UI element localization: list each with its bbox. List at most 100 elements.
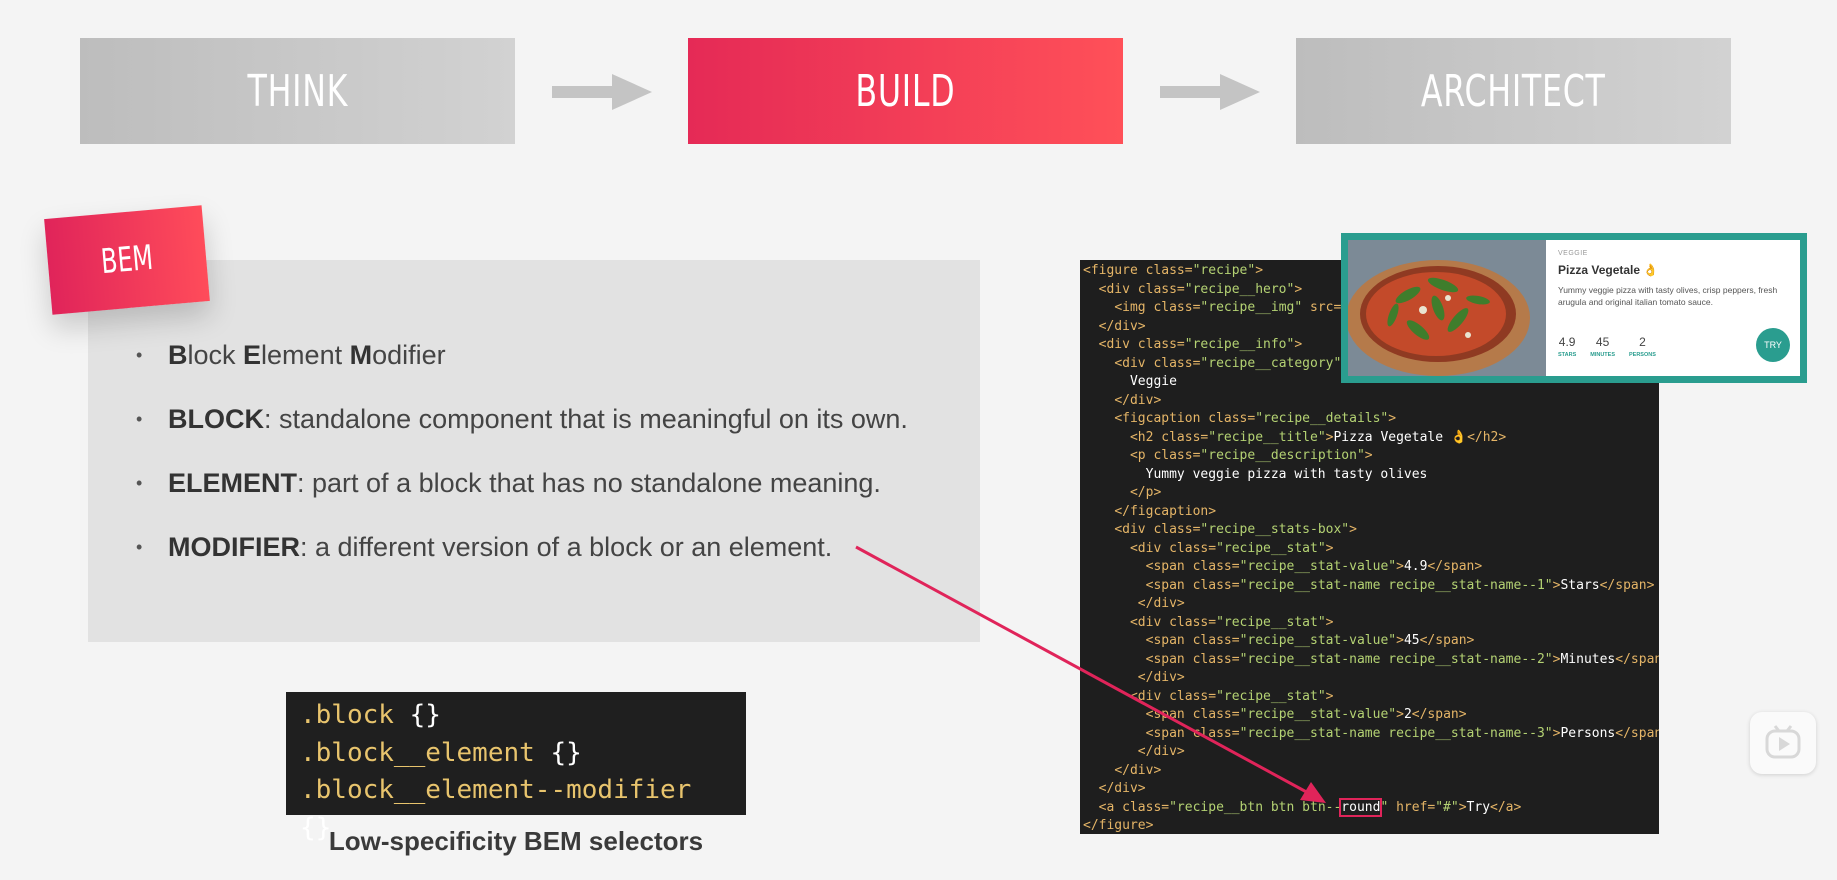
code-token: <div [1129,540,1170,556]
code-token: class= [1145,263,1193,278]
code-token: "recipe__stat-value" [1239,633,1397,648]
code-token: "recipe__stat-name recipe__stat-name--1" [1239,577,1553,593]
flow-step-think-label: THINK [247,65,348,117]
stat-value: 2 [1639,335,1646,349]
code-token: Pizza Vegetale 👌 [1333,429,1468,445]
recipe-description: Yummy veggie pizza with tasty olives, cr… [1558,285,1778,307]
code-token: src= [1310,300,1342,315]
code-token: class= [1153,300,1201,315]
code-token: </span> [1599,577,1655,593]
bullet-keyword: BLOCK [168,404,264,434]
code-line: <figcaption class="recipe__details"> [1083,410,1659,429]
bullet-text: odifier [372,340,446,370]
code-token: </div> [1137,670,1185,685]
code-line: <div class="recipe__stat"> [1083,688,1659,707]
bem-bullet: Block Element Modifier [136,330,908,394]
code-line: </div> [1083,780,1659,799]
stat-name: PERSONS [1628,352,1656,358]
code-token: class= [1169,614,1217,630]
recipe-category: VEGGIE [1558,250,1588,257]
code-line: </div> [1083,392,1659,411]
recipe-stat: 4.9 STARS [1558,335,1576,358]
code-token: <span [1145,559,1193,574]
code-token: <div [1129,688,1170,704]
recipe-card-preview: VEGGIE Pizza Vegetale 👌 Yummy veggie piz… [1341,233,1807,383]
code-token: <span [1145,707,1193,722]
code-token: class= [1122,799,1170,815]
code-token: Try [1466,799,1491,815]
bullet-text: : part of a block that has no standalone… [297,468,881,498]
flow-step-architect-label: ARCHITECT [1421,65,1606,117]
code-line: </div> [1083,669,1659,688]
recipe-stat: 45 MINUTES [1590,335,1615,358]
code-line: <div class="recipe__stat"> [1083,614,1659,633]
code-token: </div> [1137,744,1185,759]
code-token: <figcaption [1114,411,1209,426]
code-token: class= [1169,540,1217,556]
code-line: </p> [1083,484,1659,503]
code-token: > [1396,707,1404,722]
code-token: </span> [1615,725,1659,741]
code-token: > [1396,559,1404,574]
code-token: "recipe__category" [1200,355,1342,371]
code-token: <div [1098,337,1138,352]
try-button[interactable]: TRY [1756,328,1790,362]
selector-line: .block {} [300,697,732,735]
bem-tag: BEM [44,205,210,315]
flow-step-build: BUILD [688,38,1123,144]
bem-bullet: ELEMENT: part of a block that has no sta… [136,458,908,522]
code-token: <p [1129,448,1154,463]
code-token: class= [1153,522,1201,537]
code-token: Stars [1560,577,1600,593]
selector-name: .block [300,700,394,730]
code-token: class= [1192,707,1240,722]
selector-braces: {} [409,700,441,730]
flow-step-build-label: BUILD [855,65,956,117]
code-token: class= [1137,337,1185,352]
code-token: "recipe__stat-name recipe__stat-name--3" [1239,725,1553,741]
code-token: </a> [1490,799,1522,815]
code-token: > [1396,633,1404,648]
code-line: <div class="recipe__stats-box"> [1083,521,1659,540]
code-token: "recipe__hero" [1184,281,1295,297]
code-token: </figcaption> [1114,503,1217,519]
bullet-text: : a different version of a block or an e… [300,532,833,562]
code-token: <h2 [1129,429,1162,445]
stat-name: STARS [1558,352,1577,358]
code-token: > [1349,522,1357,537]
selector-braces: {} [550,737,582,768]
recipe-card-body: VEGGIE Pizza Vegetale 👌 Yummy veggie piz… [1546,240,1800,376]
video-play-widget[interactable] [1750,712,1816,774]
code-token: class= [1192,633,1240,648]
code-token: </div> [1114,392,1162,408]
code-token: class= [1137,281,1185,297]
code-token: > [1388,411,1397,426]
code-token: </div> [1098,318,1146,334]
code-token: "recipe__info" [1184,337,1295,352]
play-icon [1765,725,1801,759]
code-token: "recipe__stats-box" [1200,522,1350,537]
bem-bullet: MODIFIER: a different version of a block… [136,522,908,586]
code-token: "recipe__btn btn btn-- [1169,799,1342,815]
code-token: "recipe__title" [1208,429,1326,445]
code-token: Yummy veggie pizza with tasty olives [1083,466,1428,482]
code-token: class= [1192,577,1240,593]
code-line: <span class="recipe__stat-value">45</spa… [1083,632,1659,651]
code-token: > [1325,540,1334,556]
code-token: </span> [1419,633,1475,648]
code-token: <span [1145,577,1193,593]
code-token: <div [1098,281,1138,297]
